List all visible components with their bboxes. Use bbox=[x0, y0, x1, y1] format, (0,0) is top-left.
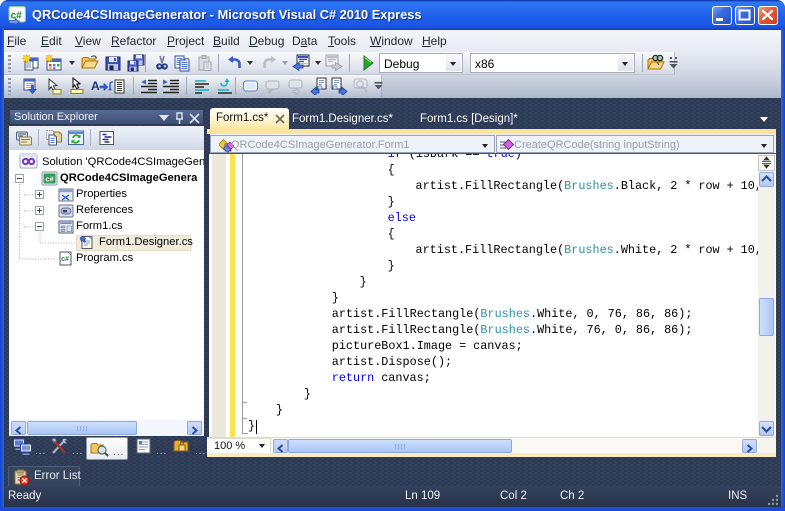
svg-text:A: A bbox=[91, 79, 100, 93]
